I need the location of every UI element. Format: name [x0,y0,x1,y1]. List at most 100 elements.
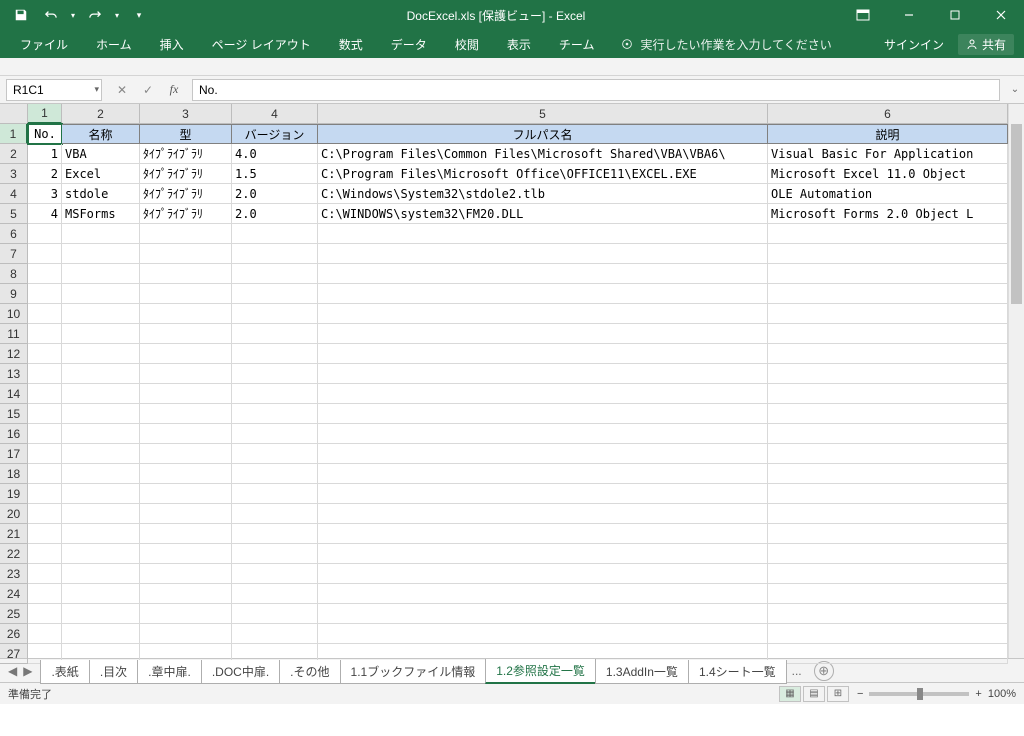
cell[interactable] [318,244,768,264]
cell[interactable] [768,644,1008,664]
zoom-in-button[interactable]: + [975,688,981,700]
cell[interactable] [140,304,232,324]
cell[interactable]: C:\Windows\System32\stdole2.tlb [318,184,768,204]
cell[interactable] [140,584,232,604]
row-header[interactable]: 3 [0,164,28,184]
sheet-tab[interactable]: 1.2参照設定一覧 [485,659,596,684]
row-header[interactable]: 12 [0,344,28,364]
row-header[interactable]: 23 [0,564,28,584]
row-header[interactable]: 9 [0,284,28,304]
vertical-scrollbar[interactable] [1008,104,1024,658]
cell[interactable] [62,624,140,644]
ribbon-display-options[interactable] [840,0,886,30]
cell[interactable]: 1 [28,144,62,164]
ribbon-tab-ページ レイアウト[interactable]: ページ レイアウト [198,30,325,58]
cell[interactable] [28,564,62,584]
cell[interactable] [140,384,232,404]
cell[interactable] [318,584,768,604]
cell[interactable] [28,324,62,344]
row-header[interactable]: 1 [0,124,28,144]
cell[interactable] [232,344,318,364]
cell[interactable] [62,504,140,524]
cell[interactable] [768,244,1008,264]
cell[interactable] [232,384,318,404]
cell[interactable]: C:\Program Files\Common Files\Microsoft … [318,144,768,164]
cell[interactable] [232,424,318,444]
cell[interactable] [232,264,318,284]
zoom-out-button[interactable]: − [857,688,863,700]
ribbon-tab-挿入[interactable]: 挿入 [146,30,198,58]
cell[interactable] [28,344,62,364]
sheet-nav-prev[interactable]: ◀ [6,664,19,678]
cell[interactable] [768,344,1008,364]
cell[interactable] [768,524,1008,544]
cell[interactable] [768,264,1008,284]
row-header[interactable]: 10 [0,304,28,324]
sheet-tab[interactable]: 1.3AddIn一覧 [595,660,689,684]
cell[interactable]: 4.0 [232,144,318,164]
cell[interactable] [318,624,768,644]
cell[interactable] [768,304,1008,324]
cell[interactable] [768,224,1008,244]
cell[interactable] [28,584,62,604]
cell[interactable] [140,324,232,344]
cell[interactable]: Visual Basic For Application [768,144,1008,164]
cell[interactable] [28,444,62,464]
row-header[interactable]: 13 [0,364,28,384]
column-header[interactable]: 2 [62,104,140,124]
cell[interactable] [62,484,140,504]
cell[interactable] [140,244,232,264]
column-header[interactable]: 1 [28,104,62,124]
row-header[interactable]: 26 [0,624,28,644]
row-header[interactable]: 25 [0,604,28,624]
row-header[interactable]: 6 [0,224,28,244]
cell[interactable] [768,484,1008,504]
cell[interactable] [318,544,768,564]
cell[interactable] [62,304,140,324]
row-header[interactable]: 18 [0,464,28,484]
cell[interactable] [140,624,232,644]
name-box-dropdown-icon[interactable]: ▾ [94,84,99,95]
cell[interactable] [318,484,768,504]
cell[interactable]: ﾀｲﾌﾟﾗｲﾌﾞﾗﾘ [140,164,232,184]
cell[interactable]: C:\WINDOWS\system32\FM20.DLL [318,204,768,224]
sheet-tab[interactable]: 1.1ブックファイル情報 [340,660,487,684]
cell[interactable]: 名称 [62,124,140,144]
cell[interactable] [140,484,232,504]
cell[interactable]: 2.0 [232,204,318,224]
page-layout-view-button[interactable]: ▤ [803,686,825,702]
cell[interactable] [62,424,140,444]
cell[interactable] [28,424,62,444]
cell[interactable]: 1.5 [232,164,318,184]
cell[interactable] [318,604,768,624]
cell[interactable] [768,564,1008,584]
cell[interactable] [28,404,62,424]
cell[interactable] [318,444,768,464]
cell[interactable] [140,544,232,564]
redo-dropdown[interactable]: ▾ [112,3,122,27]
formula-expand-button[interactable]: ⌄ [1006,84,1024,95]
cell[interactable] [28,264,62,284]
cell[interactable] [232,244,318,264]
cell[interactable] [318,304,768,324]
cell[interactable]: 説明 [768,124,1008,144]
ribbon-tab-ホーム[interactable]: ホーム [82,30,146,58]
cell[interactable] [28,244,62,264]
row-header[interactable]: 19 [0,484,28,504]
column-header[interactable]: 6 [768,104,1008,124]
cell[interactable] [28,604,62,624]
cell[interactable] [62,564,140,584]
cell[interactable]: C:\Program Files\Microsoft Office\OFFICE… [318,164,768,184]
cell[interactable] [768,464,1008,484]
cell[interactable]: ﾀｲﾌﾟﾗｲﾌﾞﾗﾘ [140,144,232,164]
sheet-tab[interactable]: .目次 [89,660,138,684]
column-header[interactable]: 3 [140,104,232,124]
save-button[interactable] [8,3,34,27]
row-header[interactable]: 15 [0,404,28,424]
cell[interactable] [318,224,768,244]
row-header[interactable]: 16 [0,424,28,444]
cell[interactable] [768,584,1008,604]
cell[interactable] [318,384,768,404]
column-header[interactable]: 5 [318,104,768,124]
cell[interactable] [232,544,318,564]
